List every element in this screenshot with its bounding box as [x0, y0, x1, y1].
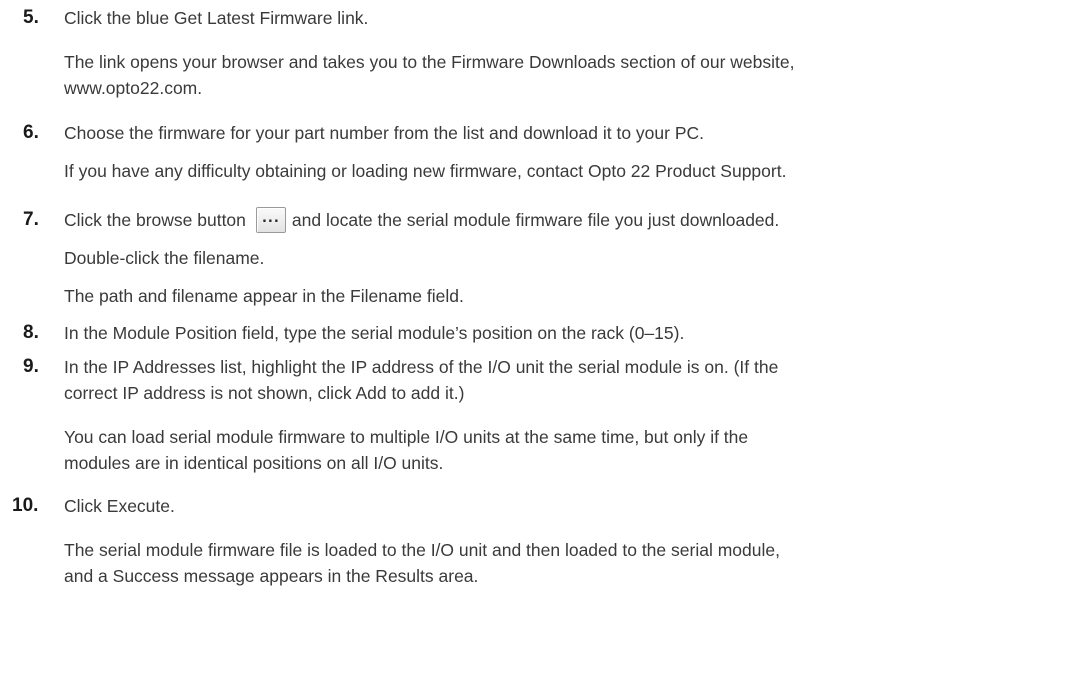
step-text: modules are in identical positions on al… — [64, 453, 444, 473]
step-text: In the IP Addresses list, highlight the … — [64, 357, 779, 377]
step-text: Choose the firmware for your part number… — [64, 123, 705, 143]
step-text: and a Success message appears in the Res… — [64, 566, 479, 586]
step-text-after-button: and locate the serial module firmware fi… — [291, 210, 780, 230]
instruction-page: 5. Click the blue Get Latest Firmware li… — [0, 0, 1065, 696]
ellipsis-icon: ... — [261, 211, 280, 226]
step-text: You can load serial module firmware to m… — [64, 427, 749, 447]
step-number: 7. — [23, 209, 39, 230]
step-text-before-button: Click the browse button — [64, 210, 246, 230]
step-text: In the Module Position field, type the s… — [64, 323, 685, 343]
step-number: 9. — [23, 356, 39, 377]
step-text: The serial module firmware file is loade… — [64, 540, 780, 560]
step-number: 6. — [23, 122, 39, 143]
step-text: Double-click the filename. — [64, 248, 265, 268]
step-text: If you have any difficulty obtaining or … — [64, 161, 787, 181]
step-text: The link opens your browser and takes yo… — [64, 52, 795, 72]
step-number: 5. — [23, 7, 39, 28]
step-text: Click Execute. — [64, 496, 175, 516]
step-number: 8. — [23, 322, 39, 343]
step-text: Click the browse button... and locate the… — [64, 207, 779, 233]
browse-button[interactable]: ... — [255, 207, 286, 233]
step-text: www.opto22.com. — [64, 78, 203, 98]
step-number: 10. — [12, 495, 39, 516]
step-text: Click the blue Get Latest Firmware link. — [64, 8, 369, 28]
step-text: The path and filename appear in the File… — [64, 286, 464, 306]
step-text: correct IP address is not shown, click A… — [64, 383, 465, 403]
